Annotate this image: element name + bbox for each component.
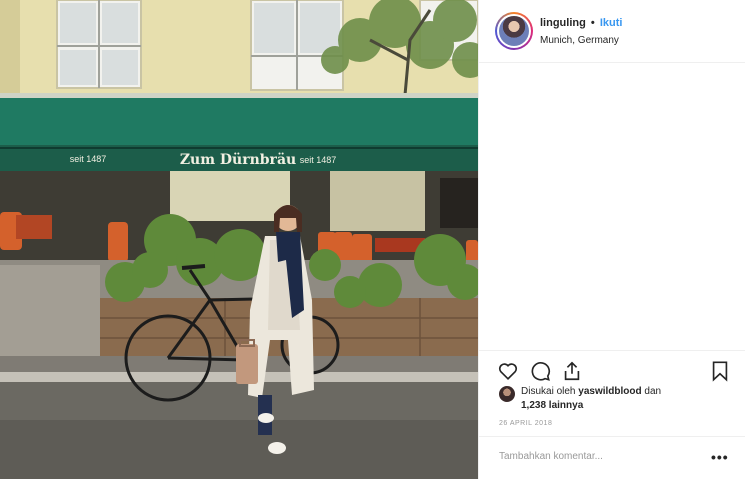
- post-photo-scene: Zum Dürnbräu seit 1487 seit 1487: [0, 0, 478, 479]
- post-panel: linguling • Ikuti Munich, Germany Disuka…: [478, 0, 745, 479]
- bookmark-icon[interactable]: [709, 360, 731, 382]
- location-link[interactable]: Munich, Germany: [540, 35, 619, 46]
- post-date[interactable]: 26 APRIL 2018: [499, 420, 552, 427]
- action-bar: [479, 350, 745, 386]
- awning-title: Zum Dürnbräu: [180, 152, 296, 168]
- awning-seit-left: seit 1487: [70, 154, 107, 164]
- likes-connector: dan: [644, 386, 662, 397]
- liker-avatar[interactable]: [499, 386, 515, 402]
- avatar-image: [499, 16, 529, 46]
- heart-icon[interactable]: [497, 360, 519, 382]
- liker-username[interactable]: yaswildblood: [578, 386, 641, 397]
- separator-dot: •: [590, 17, 595, 29]
- comment-bubble-icon[interactable]: [529, 360, 551, 382]
- avatar-frame: [497, 14, 531, 48]
- comment-bar: •••: [479, 436, 745, 479]
- likes-count-link[interactable]: 1,238 lainnya: [521, 400, 583, 411]
- follow-button[interactable]: Ikuti: [600, 17, 623, 29]
- more-options-icon[interactable]: •••: [711, 449, 729, 465]
- user-line: linguling • Ikuti: [540, 17, 622, 29]
- username-link[interactable]: linguling: [540, 17, 586, 29]
- likes-text: Disukai oleh yaswildblood dan 1,238 lain…: [521, 385, 721, 413]
- comment-input[interactable]: [499, 451, 699, 462]
- likes-prefix: Disukai oleh: [521, 386, 576, 397]
- awning-seit-right: seit 1487: [300, 155, 337, 165]
- post-photo[interactable]: Zum Dürnbräu seit 1487 seit 1487: [0, 0, 478, 479]
- post-header: linguling • Ikuti Munich, Germany: [479, 0, 745, 63]
- share-icon[interactable]: [561, 360, 583, 382]
- user-avatar[interactable]: [495, 12, 533, 50]
